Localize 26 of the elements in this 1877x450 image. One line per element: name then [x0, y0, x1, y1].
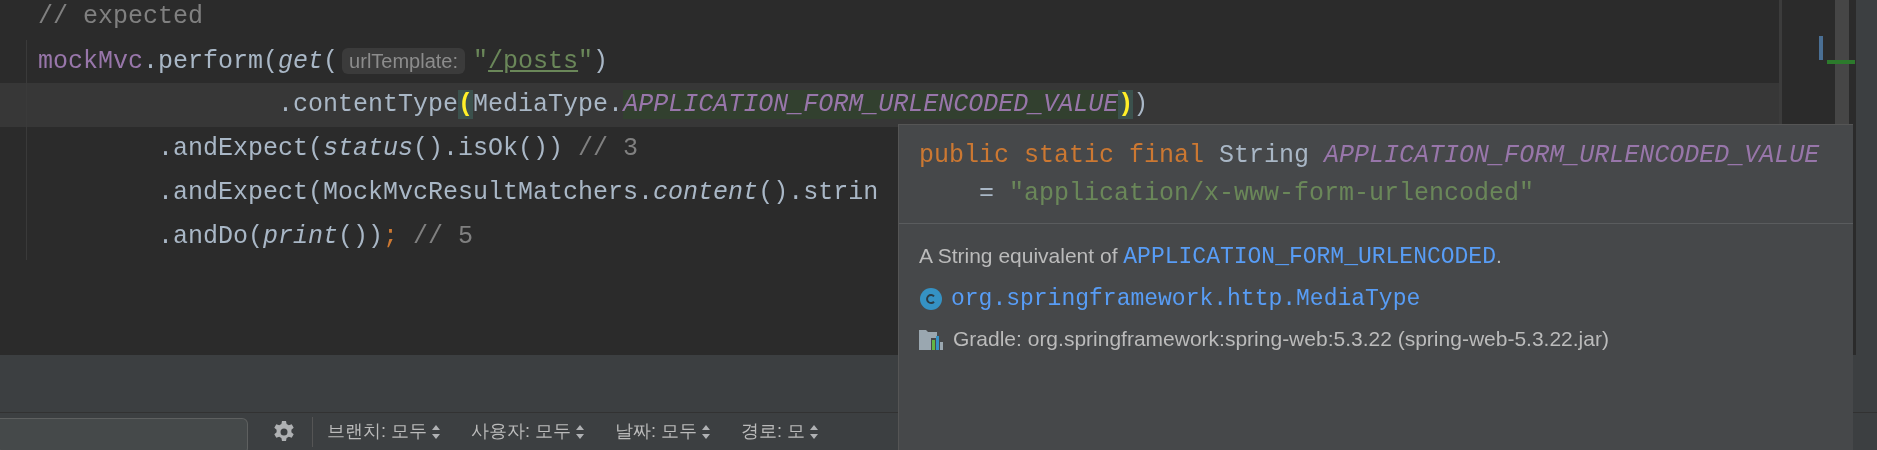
doc-link[interactable]: APPLICATION_FORM_URLENCODED	[1123, 244, 1496, 270]
sort-icon	[809, 423, 820, 440]
filter-dropdown[interactable]: 사용자: 모두	[471, 418, 586, 445]
settings-icon[interactable]	[272, 419, 296, 444]
code-line: .andDo(print()); // 5	[157, 221, 474, 253]
filter-dropdown[interactable]: 브랜치: 모두	[327, 418, 441, 445]
code-line: .andExpect(MockMvcResultMatchers.content().strin	[157, 177, 879, 209]
sort-icon	[575, 423, 586, 440]
sort-icon	[701, 423, 712, 440]
library-icon	[919, 328, 945, 350]
description-text: A String equivalent of APPLICATION_FORM_URLENCODED.	[919, 243, 1503, 272]
code-line: mockMvc.perform(get( urlTemplate: "/posts")	[38, 46, 609, 78]
library-text: Gradle: org.springframework:spring-web:5.3.22 (spring-web-5.3.22.jar)	[953, 326, 1609, 353]
search-field[interactable]	[0, 417, 248, 450]
signature-text: = "application/x-www-form-urlencoded"	[978, 178, 1536, 210]
sort-icon	[431, 423, 441, 440]
code-line: .andExpect(status().isOk()) // 3	[157, 133, 639, 165]
scrollbar[interactable]	[1835, 0, 1849, 124]
class-link[interactable]: org.springframework.http.MediaType	[951, 281, 1421, 317]
filter-dropdown[interactable]: 경로: 모	[741, 418, 820, 445]
code-line: // expected	[38, 1, 204, 33]
filter-dropdown[interactable]: 날짜: 모두	[615, 418, 712, 445]
change-marker	[1827, 60, 1855, 64]
signature-text: public static final String APPLICATION_FORM_URLENCODED_VALUE	[919, 140, 1821, 172]
class-icon	[919, 287, 943, 311]
change-marker	[1819, 36, 1823, 60]
